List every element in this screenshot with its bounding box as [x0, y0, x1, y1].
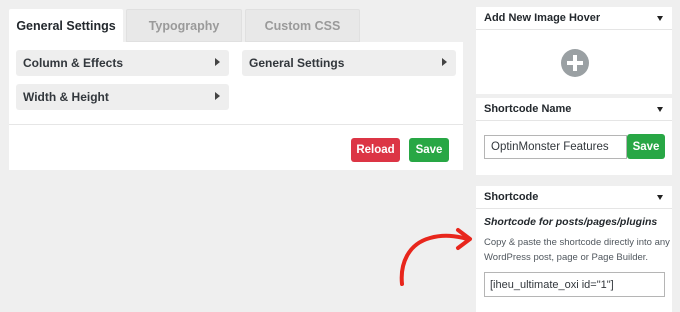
- shortcode-subtitle: Shortcode for posts/pages/plugins: [484, 216, 658, 228]
- collapse-caret-icon[interactable]: [657, 16, 663, 21]
- accordion-label: Column & Effects: [23, 56, 124, 70]
- box-header[interactable]: Shortcode Name: [476, 98, 672, 121]
- accordion-general-settings[interactable]: General Settings: [242, 50, 456, 76]
- accordion-width-height[interactable]: Width & Height: [16, 84, 229, 110]
- shortcode-description: Copy & paste the shortcode directly into…: [484, 237, 670, 263]
- divider: [9, 124, 463, 125]
- tab-general-settings[interactable]: General Settings: [9, 9, 123, 42]
- shortcode-field[interactable]: [484, 272, 665, 297]
- accordion-column-effects[interactable]: Column & Effects: [16, 50, 229, 76]
- save-button[interactable]: Save: [409, 138, 449, 162]
- collapse-caret-icon[interactable]: [657, 195, 663, 200]
- shortcode-box: Shortcode Shortcode for posts/pages/plug…: [476, 186, 672, 312]
- add-image-hover-box: Add New Image Hover: [476, 7, 672, 94]
- settings-panel: Column & Effects Width & Height General …: [9, 42, 463, 170]
- expand-arrow-icon: [215, 58, 220, 66]
- collapse-caret-icon[interactable]: [657, 107, 663, 112]
- box-title: Shortcode Name: [484, 103, 572, 115]
- box-title: Shortcode: [484, 191, 539, 203]
- accordion-label: General Settings: [249, 56, 345, 70]
- box-title: Add New Image Hover: [484, 12, 601, 24]
- tab-typography[interactable]: Typography: [126, 9, 242, 42]
- add-plus-icon[interactable]: [561, 49, 589, 77]
- tab-custom-css[interactable]: Custom CSS: [245, 9, 360, 42]
- expand-arrow-icon: [442, 58, 447, 66]
- expand-arrow-icon: [215, 92, 220, 100]
- shortcode-name-input[interactable]: [484, 135, 627, 159]
- box-header[interactable]: Add New Image Hover: [476, 7, 672, 30]
- annotation-arrow-icon: [399, 228, 472, 286]
- reload-button[interactable]: Reload: [351, 138, 400, 162]
- save-name-button[interactable]: Save: [627, 134, 665, 159]
- box-header[interactable]: Shortcode: [476, 186, 672, 209]
- shortcode-name-box: Shortcode Name Save: [476, 98, 672, 175]
- accordion-label: Width & Height: [23, 90, 109, 104]
